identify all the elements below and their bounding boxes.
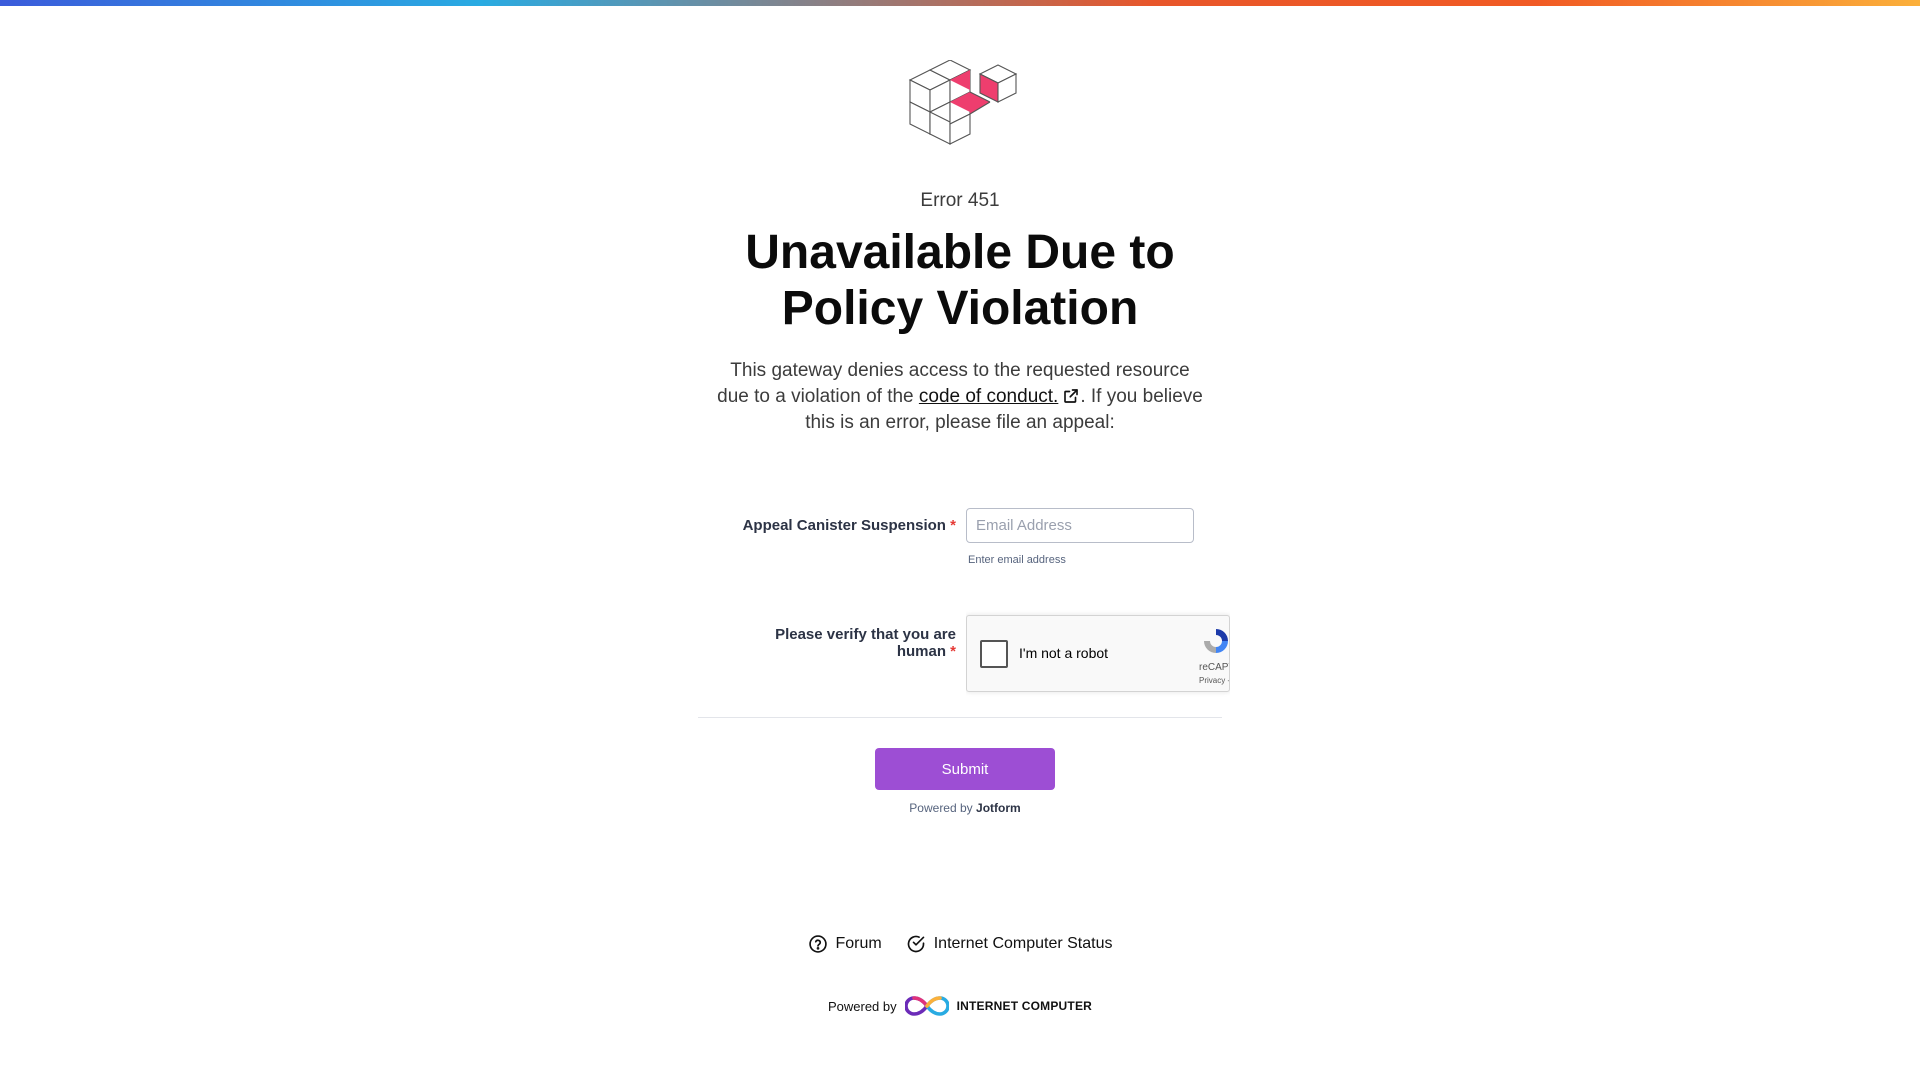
email-field[interactable] — [966, 508, 1194, 543]
form-divider — [698, 717, 1222, 718]
required-mark: * — [950, 517, 956, 534]
help-circle-icon — [808, 935, 827, 953]
recaptcha-brand: reCAPTCHA — [1199, 662, 1229, 673]
submit-button[interactable]: Submit — [875, 748, 1055, 790]
jotform-powered-by: Powered by Jotform — [0, 801, 1920, 815]
check-circle-icon — [907, 935, 925, 953]
title-line-2: Policy Violation — [781, 282, 1139, 335]
captcha-label: I'm not a robot — [1019, 645, 1109, 661]
appeal-label: Appeal Canister Suspension * — [700, 517, 956, 534]
required-mark: * — [950, 643, 956, 660]
title-line-1: Unavailable Due to — [745, 226, 1175, 279]
external-link-icon — [1064, 389, 1079, 403]
verify-label-line-2: human — [896, 643, 946, 660]
verify-label-line-1: Please verify that you are — [775, 626, 956, 643]
jotform-powered-prefix: Powered by — [909, 801, 973, 815]
code-of-conduct-link[interactable]: code of conduct. — [919, 386, 1058, 407]
verify-label: Please verify that you are human * — [740, 626, 956, 660]
error-description: This gateway denies access to the reques… — [715, 358, 1205, 436]
error-code: Error 451 — [920, 190, 1000, 211]
ic-brand[interactable]: INTERNET COMPUTER — [957, 999, 1092, 1013]
recaptcha-links[interactable]: Privacy - Terms — [1199, 676, 1229, 685]
recaptcha-icon — [1204, 629, 1228, 653]
captcha-checkbox[interactable] — [980, 640, 1008, 668]
error-page: Error 451 Unavailable Due to Policy Viol… — [0, 0, 1920, 1080]
code-of-conduct-label: code of conduct. — [918, 386, 1059, 407]
jotform-brand[interactable]: Jotform — [976, 801, 1021, 815]
appeal-label-text: Appeal Canister Suspension — [742, 517, 946, 534]
recaptcha-widget: I'm not a robot reCAPTCHA Privacy - Term… — [966, 615, 1230, 692]
status-link[interactable]: Internet Computer Status — [906, 934, 1113, 954]
captcha-frame: I'm not a robot reCAPTCHA Privacy - Term… — [966, 610, 1230, 700]
page-title: Unavailable Due to Policy Violation — [660, 225, 1260, 337]
status-label: Internet Computer Status — [933, 935, 1113, 952]
cubes-logo-icon — [908, 60, 1018, 145]
infinity-logo-icon — [904, 996, 949, 1016]
forum-label: Forum — [835, 935, 882, 952]
footer-links: Forum Internet Computer Status — [0, 934, 1920, 954]
forum-link[interactable]: Forum — [808, 934, 882, 954]
ic-powered-by: Powered by INTERNET COMPUTER — [0, 994, 1920, 1018]
ic-powered-prefix: Powered by — [827, 998, 897, 1014]
email-sublabel: Enter email address — [968, 554, 1066, 566]
